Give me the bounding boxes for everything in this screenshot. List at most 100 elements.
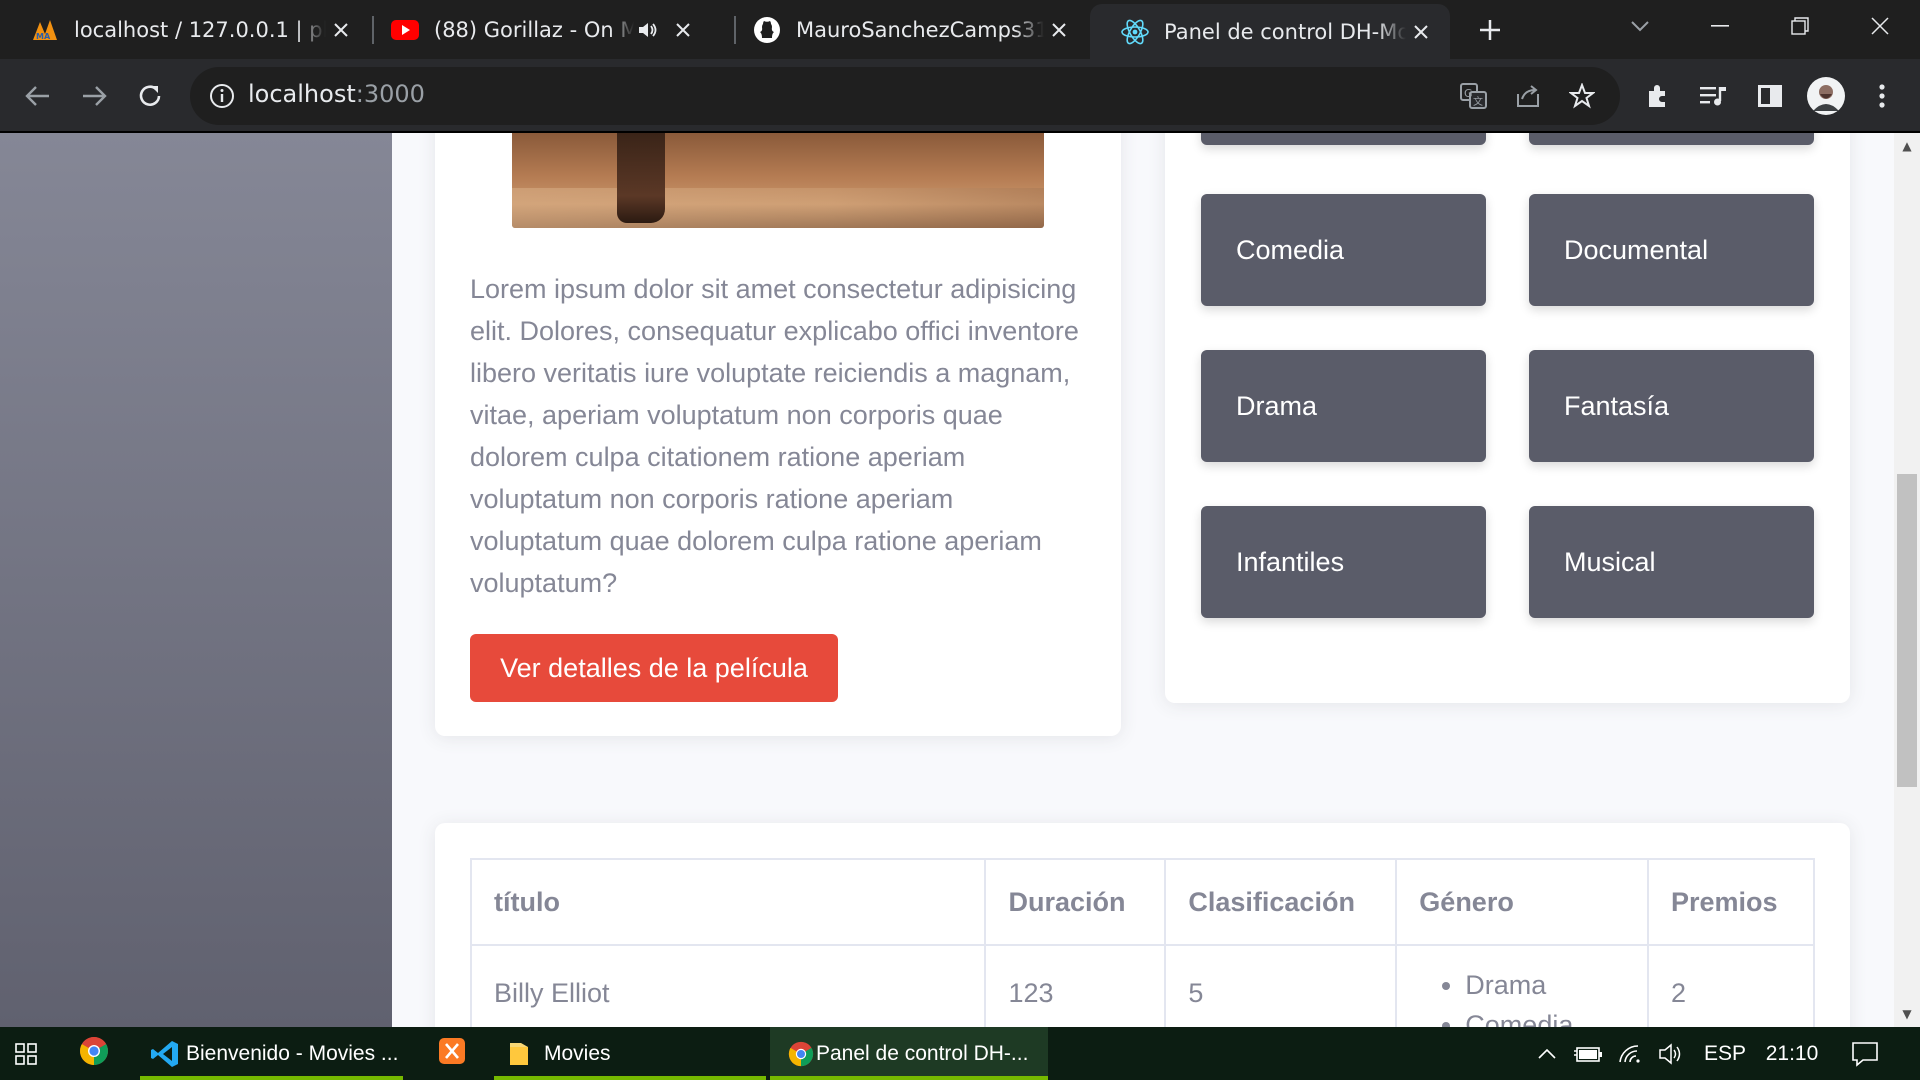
folder-icon — [508, 1041, 530, 1067]
bookmark-star-icon[interactable] — [1564, 78, 1600, 114]
xampp-icon — [438, 1037, 466, 1071]
taskbar-chrome-dh-movies[interactable]: Panel de control DH-... — [770, 1027, 1048, 1080]
scroll-down-arrow-icon[interactable]: ▼ — [1894, 1001, 1920, 1027]
github-icon — [752, 15, 782, 45]
tab-title: Panel de control DH-Movies — [1164, 19, 1406, 44]
svg-text:G: G — [1464, 87, 1473, 100]
movie-image-dust — [512, 188, 1044, 228]
url-text: localhost:3000 — [248, 80, 425, 108]
tab-youtube[interactable]: (88) Gorillaz - On Melancholy Hill — [360, 0, 734, 59]
extensions-icon[interactable] — [1638, 76, 1678, 116]
cell-duration: 123 — [984, 944, 1167, 1027]
genre-item-infantiles: Infantiles — [1201, 506, 1486, 618]
tab-phpmyadmin[interactable]: MA localhost / 127.0.0.1 | phpMyAdmin — [0, 0, 370, 59]
task-view-icon[interactable] — [0, 1027, 52, 1080]
list-item: Comedia — [1465, 1010, 1647, 1027]
url-host: localhost — [248, 80, 356, 108]
close-icon[interactable] — [326, 15, 356, 45]
tab-title: localhost / 127.0.0.1 | phpMyAdmin — [74, 17, 326, 42]
share-icon[interactable] — [1510, 78, 1546, 114]
menu-kebab-icon[interactable] — [1862, 76, 1902, 116]
tab-title: MauroSanchezCamps31/Proyecto — [796, 17, 1044, 42]
restore-button[interactable] — [1760, 0, 1840, 52]
genre-item-fantasia: Fantasía — [1529, 350, 1814, 462]
genre-item-documental: Documental — [1529, 194, 1814, 306]
taskbar-vscode[interactable]: Bienvenido - Movies ... — [140, 1027, 403, 1080]
close-icon[interactable] — [1406, 17, 1436, 47]
url-port: :3000 — [355, 80, 425, 108]
movie-image-figure — [617, 133, 665, 223]
genre-item-partial — [1201, 133, 1486, 145]
column-header-clasificacion: Clasificación — [1164, 858, 1398, 946]
cell-genres: Drama Comedia — [1395, 944, 1650, 1027]
cell-title: Billy Elliot — [469, 944, 987, 1027]
tab-dh-movies[interactable]: Panel de control DH-Movies — [1090, 4, 1450, 59]
vscode-icon — [150, 1039, 180, 1069]
cell-rating: 5 — [1164, 944, 1398, 1027]
volume-icon[interactable] — [1652, 1027, 1692, 1080]
tab-search-chevron-icon[interactable] — [1600, 0, 1680, 52]
movie-description: Lorem ipsum dolor sit amet consectetur a… — [470, 274, 1079, 598]
page-viewport: Lorem ipsum dolor sit amet consectetur a… — [0, 133, 1920, 1027]
table-row: Billy Elliot 123 5 Drama Comedia 2 — [469, 944, 1815, 1027]
movie-details-button[interactable]: Ver detalles de la película — [470, 634, 838, 702]
sidebar — [0, 133, 392, 1027]
taskbar-label: Panel de control DH-... — [816, 1041, 1029, 1065]
movies-table: título Duración Clasificación Género Pre… — [469, 858, 1815, 1027]
minimize-button[interactable] — [1680, 0, 1760, 52]
youtube-icon — [390, 15, 420, 45]
close-icon[interactable] — [668, 15, 698, 45]
list-item: Drama — [1465, 970, 1647, 1010]
phpmyadmin-icon: MA — [30, 15, 60, 45]
scroll-up-arrow-icon[interactable]: ▲ — [1894, 133, 1920, 159]
svg-text:文: 文 — [1473, 95, 1483, 108]
column-header-premios: Premios — [1647, 858, 1815, 946]
genre-item-musical: Musical — [1529, 506, 1814, 618]
taskbar-label: Bienvenido - Movies ... — [186, 1041, 399, 1065]
tab-github[interactable]: MauroSanchezCamps31/Proyecto — [722, 0, 1088, 59]
column-header-genero: Género — [1395, 858, 1650, 946]
chrome-icon — [79, 1036, 109, 1072]
cell-awards: 2 — [1647, 944, 1815, 1027]
genre-item-partial — [1529, 133, 1814, 145]
column-header-duracion: Duración — [984, 858, 1167, 946]
clock[interactable]: 21:10 — [1754, 1027, 1830, 1080]
tray-chevron-up-icon[interactable] — [1528, 1027, 1566, 1080]
reload-button[interactable] — [130, 76, 170, 116]
taskbar-chrome[interactable] — [66, 1027, 122, 1080]
notifications-icon[interactable] — [1840, 1027, 1890, 1080]
chrome-icon — [788, 1041, 814, 1067]
site-info-icon[interactable] — [208, 82, 236, 110]
react-icon — [1120, 17, 1150, 47]
scrollbar-thumb[interactable] — [1897, 474, 1917, 787]
taskbar-label: Movies — [544, 1041, 611, 1065]
genre-list: Drama Comedia — [1397, 970, 1647, 1027]
svg-text:MA: MA — [36, 32, 51, 41]
browser-toolbar: localhost:3000 G文 — [0, 59, 1920, 133]
close-window-button[interactable] — [1840, 0, 1920, 52]
translate-icon[interactable]: G文 — [1456, 78, 1492, 114]
browser-tab-strip: MA localhost / 127.0.0.1 | phpMyAdmin (8… — [0, 0, 1920, 59]
language-indicator[interactable]: ESP — [1696, 1027, 1754, 1080]
page-scrollbar[interactable]: ▲ ▼ — [1894, 133, 1920, 1027]
wifi-icon[interactable] — [1612, 1027, 1650, 1080]
new-tab-button[interactable] — [1472, 12, 1508, 48]
avatar[interactable] — [1806, 76, 1846, 116]
taskbar-explorer-movies[interactable]: Movies — [494, 1027, 766, 1080]
battery-icon[interactable] — [1568, 1027, 1608, 1080]
windows-taskbar: Bienvenido - Movies ... Movies Panel de … — [0, 1027, 1920, 1080]
media-control-icon[interactable] — [1694, 76, 1734, 116]
close-icon[interactable] — [1044, 15, 1074, 45]
address-bar[interactable]: localhost:3000 G文 — [190, 67, 1620, 125]
taskbar-xampp[interactable] — [424, 1027, 480, 1080]
tab-title: (88) Gorillaz - On Melancholy Hill — [434, 17, 634, 42]
forward-button[interactable] — [74, 76, 114, 116]
column-header-titulo: título — [469, 858, 987, 946]
movie-poster-image — [512, 133, 1044, 228]
side-panel-icon[interactable] — [1750, 76, 1790, 116]
speaker-icon[interactable] — [634, 16, 662, 44]
genre-item-comedia: Comedia — [1201, 194, 1486, 306]
genre-item-drama: Drama — [1201, 350, 1486, 462]
back-button[interactable] — [18, 76, 58, 116]
table-header-row: título Duración Clasificación Género Pre… — [469, 858, 1815, 946]
